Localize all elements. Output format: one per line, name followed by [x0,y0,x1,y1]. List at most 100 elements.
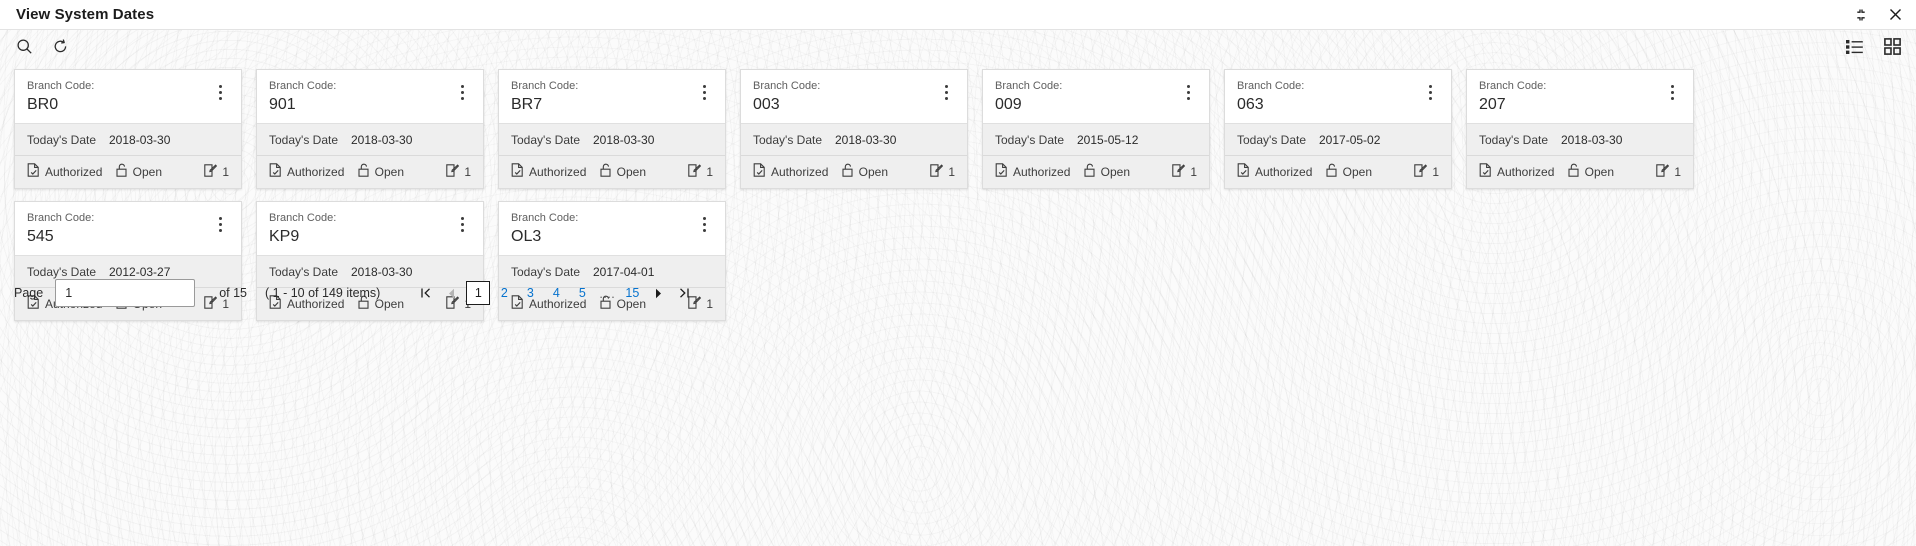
edit-icon [1414,163,1428,180]
document-check-icon [1479,163,1492,180]
modification-count: 1 [204,163,229,180]
card-menu-icon[interactable] [1421,81,1439,103]
card-header: Branch Code: 545 [15,202,241,255]
todays-date-label: Today's Date [1237,133,1306,147]
branch-code-label: Branch Code: [753,80,821,92]
todays-date-value: 2018-03-30 [351,133,413,147]
branch-card[interactable]: Branch Code: 063 Today's Date 2017-05-02… [1224,69,1452,189]
card-body: Today's Date 2017-05-02 [1225,123,1451,155]
card-header: Branch Code: BR0 [15,70,241,123]
edit-icon [930,163,944,180]
card-header: Branch Code: 009 [983,70,1209,123]
document-check-icon [995,163,1008,180]
unlock-icon [1084,163,1096,180]
authorization-status: Authorized [1479,163,1568,180]
modification-count-value: 1 [706,164,713,179]
edit-icon [1172,163,1186,180]
page-number-5[interactable]: 5 [570,281,594,305]
pagination-controls: 1 2 3 4 5.... 15 [414,281,696,305]
record-lock-status-label: Open [858,164,889,179]
record-lock-status-label: Open [616,164,647,179]
window-controls [1852,6,1904,24]
total-pages-text: of 15 [219,286,248,300]
branch-card[interactable]: Branch Code: BR0 Today's Date 2018-03-30… [14,69,242,189]
card-header-text: Branch Code: KP9 [269,211,453,247]
minimize-restore-icon[interactable] [1852,6,1870,24]
branch-code-label: Branch Code: [511,212,579,224]
card-menu-icon[interactable] [937,81,955,103]
unlock-icon [358,163,370,180]
card-footer: Authorized Open 1 [983,155,1209,188]
branch-card[interactable]: Branch Code: 207 Today's Date 2018-03-30… [1466,69,1694,189]
branch-code-label: Branch Code: [269,212,337,224]
modification-count-value: 1 [464,164,471,179]
branch-code-value: 003 [753,96,780,113]
card-body: Today's Date 2018-03-30 [1467,123,1693,155]
edit-icon [688,163,702,180]
list-view-icon[interactable] [1844,37,1864,57]
last-page-icon[interactable] [672,281,696,305]
branch-code-label: Branch Code: [1479,80,1547,92]
tile-view-icon[interactable] [1882,37,1902,57]
branch-card[interactable]: Branch Code: 003 Today's Date 2018-03-30… [740,69,968,189]
branch-code-value: KP9 [269,228,300,245]
todays-date-value: 2017-05-02 [1319,133,1381,147]
page-number-last[interactable]: 15 [620,281,644,305]
card-menu-icon[interactable] [695,213,713,235]
branch-card[interactable]: Branch Code: 901 Today's Date 2018-03-30… [256,69,484,189]
page-number-input[interactable] [55,279,196,307]
card-body: Today's Date 2018-03-30 [499,123,725,155]
branch-code-value: 207 [1479,96,1506,113]
unlock-icon [1326,163,1338,180]
card-menu-icon[interactable] [1179,81,1197,103]
branch-card[interactable]: Branch Code: BR7 Today's Date 2018-03-30… [498,69,726,189]
page-number-1[interactable]: 1 [466,281,491,305]
branch-card[interactable]: Branch Code: 009 Today's Date 2015-05-12… [982,69,1210,189]
todays-date-label: Today's Date [1479,133,1548,147]
close-icon[interactable] [1886,6,1904,24]
page-number-4[interactable]: 4 [544,281,568,305]
authorization-status: Authorized [269,163,358,180]
refresh-icon[interactable] [50,37,70,57]
card-header: Branch Code: 207 [1467,70,1693,123]
record-lock-status: Open [1084,163,1173,180]
card-menu-icon[interactable] [695,81,713,103]
card-footer: Authorized Open 1 [1467,155,1693,188]
record-lock-status: Open [1326,163,1415,180]
card-body: Today's Date 2018-03-30 [15,123,241,155]
card-menu-icon[interactable] [453,213,471,235]
card-footer: Authorized Open 1 [499,155,725,188]
authorization-status-label: Authorized [529,164,587,179]
first-page-icon[interactable] [414,281,438,305]
branch-code-value: 009 [995,96,1022,113]
page-number-3[interactable]: 3 [518,281,542,305]
branch-code-label: Branch Code: [27,212,95,224]
card-header-text: Branch Code: 003 [753,79,937,115]
card-header-text: Branch Code: BR0 [27,79,211,115]
modification-count: 1 [930,163,955,180]
card-menu-icon[interactable] [211,213,229,235]
branch-code-label: Branch Code: [269,80,337,92]
record-lock-status: Open [842,163,931,180]
modification-count-value: 1 [948,164,955,179]
todays-date-label: Today's Date [511,133,580,147]
authorization-status-label: Authorized [771,164,829,179]
todays-date-value: 2018-03-30 [593,133,655,147]
search-icon[interactable] [14,37,34,57]
card-body: Today's Date 2015-05-12 [983,123,1209,155]
modification-count: 1 [1656,163,1681,180]
next-page-icon[interactable] [646,281,670,305]
items-range-text: ( 1 - 10 of 149 items) [265,286,381,300]
card-menu-icon[interactable] [453,81,471,103]
branch-code-value: 063 [1237,96,1264,113]
document-check-icon [1237,163,1250,180]
card-menu-icon[interactable] [211,81,229,103]
todays-date-label: Today's Date [27,133,96,147]
document-check-icon [269,163,282,180]
card-menu-icon[interactable] [1663,81,1681,103]
page-number-2[interactable]: 2 [492,281,516,305]
page-title: View System Dates [16,6,155,23]
edit-icon [1656,163,1670,180]
previous-page-icon[interactable] [440,281,464,305]
branch-code-value: BR0 [27,96,59,113]
